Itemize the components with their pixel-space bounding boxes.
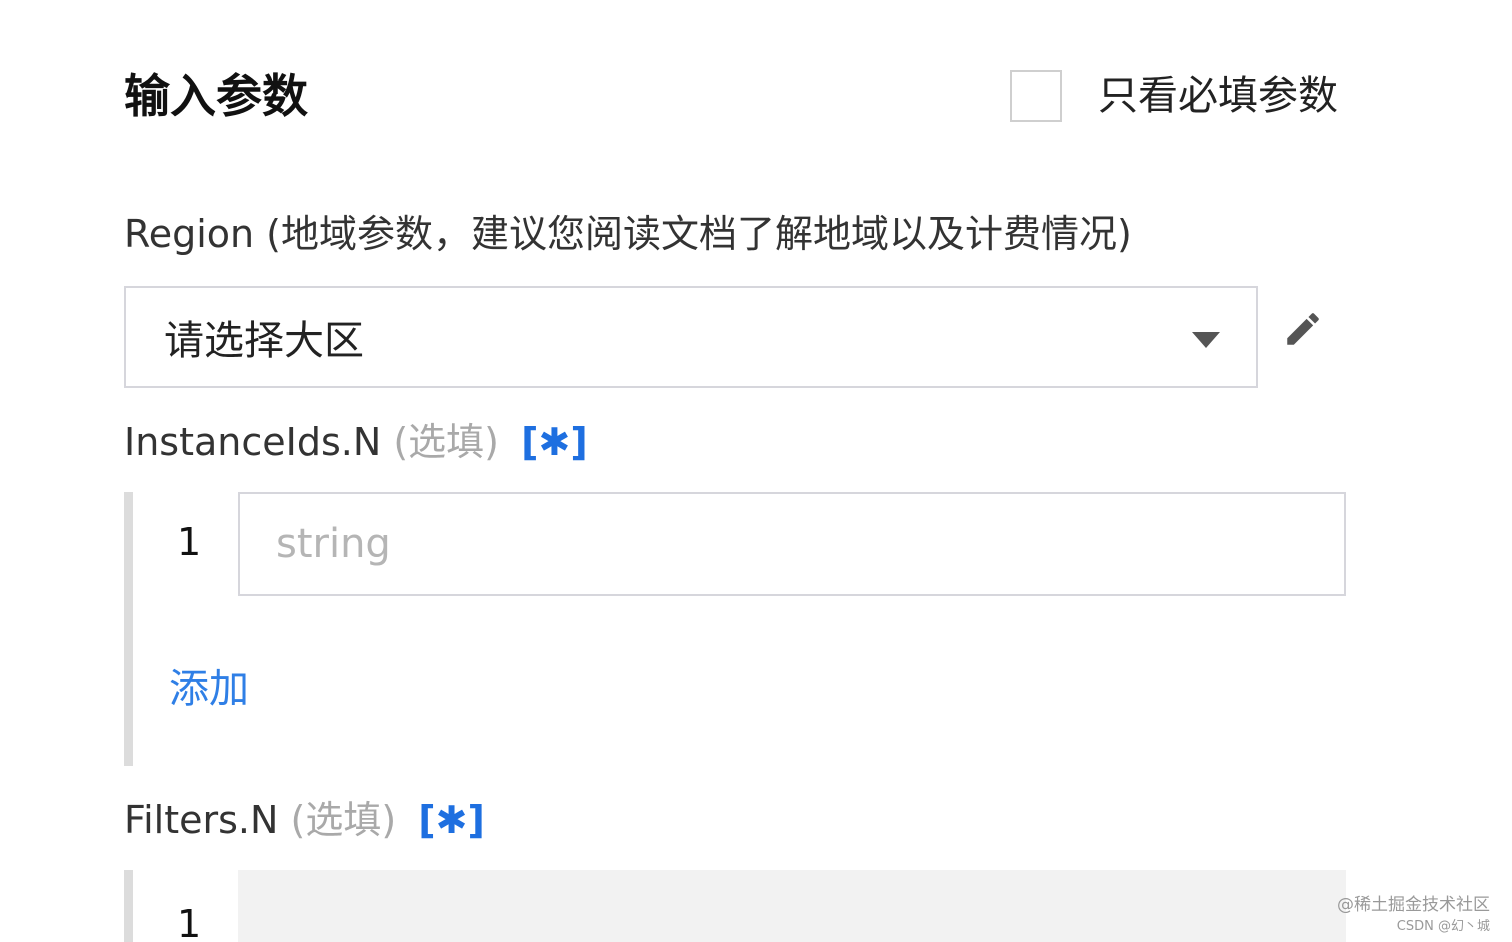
instance-ids-optional-tag: (选填): [393, 420, 500, 464]
filters-label: Filters.N (选填) [✱]: [124, 794, 485, 846]
instance-ids-input[interactable]: [238, 492, 1346, 596]
filters-star-icon[interactable]: [✱]: [418, 794, 485, 846]
required-only-checkbox[interactable]: [1010, 70, 1062, 122]
required-only-label: 只看必填参数: [1098, 73, 1338, 119]
filters-name: Filters.N: [124, 798, 279, 842]
caret-down-icon: [1192, 332, 1220, 348]
region-label: Region (地域参数，建议您阅读文档了解地域以及计费情况): [124, 212, 1132, 256]
add-instance-id-link[interactable]: 添加: [169, 656, 249, 714]
watermark: @稀土掘金技术社区 CSDN @幻丶城: [1337, 894, 1490, 938]
instance-ids-name: InstanceIds.N: [124, 420, 382, 464]
api-params-panel: 输入参数 只看必填参数 Region (地域参数，建议您阅读文档了解地域以及计费…: [0, 0, 1512, 942]
instance-ids-star-icon[interactable]: [✱]: [521, 416, 588, 468]
filters-optional-tag: (选填): [290, 798, 397, 842]
watermark-line-1: @稀土掘金技术社区: [1337, 895, 1490, 915]
filters-group: 1: [124, 870, 1346, 942]
region-select-value: 请选择大区: [164, 318, 364, 364]
filters-row-panel[interactable]: [238, 870, 1346, 942]
pencil-icon[interactable]: [1282, 308, 1324, 350]
instance-ids-row-index: 1: [177, 520, 202, 564]
section-title: 输入参数: [124, 69, 308, 123]
region-select[interactable]: 请选择大区: [124, 286, 1258, 388]
required-only-toggle[interactable]: 只看必填参数: [1010, 68, 1338, 124]
instance-ids-group: 1 添加: [124, 492, 1346, 766]
instance-ids-label: InstanceIds.N (选填) [✱]: [124, 416, 588, 468]
filters-row-index: 1: [177, 902, 202, 942]
watermark-line-2: CSDN @幻丶城: [1396, 919, 1490, 934]
